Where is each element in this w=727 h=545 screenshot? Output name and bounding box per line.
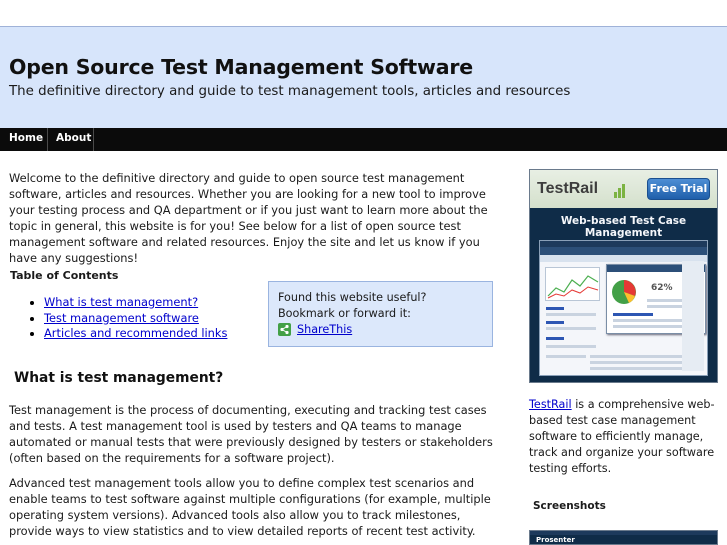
bookmark-text: Found this website useful? Bookmark or f…	[278, 291, 427, 320]
toc-item: Articles and recommended links	[44, 326, 227, 342]
toc-item: What is test management?	[44, 295, 227, 311]
free-trial-button[interactable]: Free Trial	[647, 178, 710, 200]
toc-link-test-management-software[interactable]: Test management software	[44, 311, 199, 325]
site-tagline: The definitive directory and guide to te…	[9, 84, 571, 99]
testrail-logo: TestRail	[537, 180, 599, 197]
section-paragraph: Test management is the process of docume…	[9, 403, 493, 465]
app-screenshot: 62%	[539, 240, 708, 376]
sharethis-link[interactable]: ShareThis	[297, 322, 352, 338]
screenshot-header	[540, 247, 707, 255]
testrail-description: TestRail is a comprehensive web-based te…	[529, 397, 719, 477]
testrail-link[interactable]: TestRail	[529, 398, 572, 411]
screenshot-thumbnail[interactable]: Prosenter	[529, 530, 718, 545]
nav-home-link[interactable]: Home	[9, 132, 43, 144]
share-row: ShareThis	[278, 322, 483, 338]
toc-list: What is test management? Test management…	[28, 295, 227, 342]
screenshot-chart	[545, 267, 600, 301]
toc-link-what-is-test-management[interactable]: What is test management?	[44, 295, 198, 309]
testrail-ad-banner[interactable]: TestRail Free Trial Web-based Test Case …	[529, 169, 718, 383]
share-icon[interactable]	[278, 323, 291, 337]
toc-item: Test management software	[44, 311, 227, 327]
nav-about-link[interactable]: About	[56, 132, 91, 144]
thumbnail-label: Prosenter	[536, 536, 575, 544]
section-heading: What is test management?	[14, 370, 224, 386]
top-strip	[0, 0, 727, 27]
toc-link-articles[interactable]: Articles and recommended links	[44, 326, 227, 340]
intro-paragraph: Welcome to the definitive directory and …	[9, 171, 488, 265]
site-header: Open Source Test Management Software The…	[0, 27, 727, 128]
screenshots-heading: Screenshots	[533, 500, 606, 512]
toc-heading: Table of Contents	[10, 269, 119, 282]
logo-bars-icon	[614, 184, 625, 198]
nav-divider	[93, 128, 94, 151]
nav-divider	[47, 128, 48, 151]
site-title: Open Source Test Management Software	[9, 55, 473, 79]
main-navigation: Home About	[0, 128, 727, 151]
ad-header: TestRail Free Trial	[530, 170, 717, 208]
ad-slogan: Web-based Test Case Management	[560, 215, 687, 239]
bookmark-box: Found this website useful? Bookmark or f…	[268, 281, 493, 347]
section-paragraph: Advanced test management tools allow you…	[9, 476, 491, 538]
